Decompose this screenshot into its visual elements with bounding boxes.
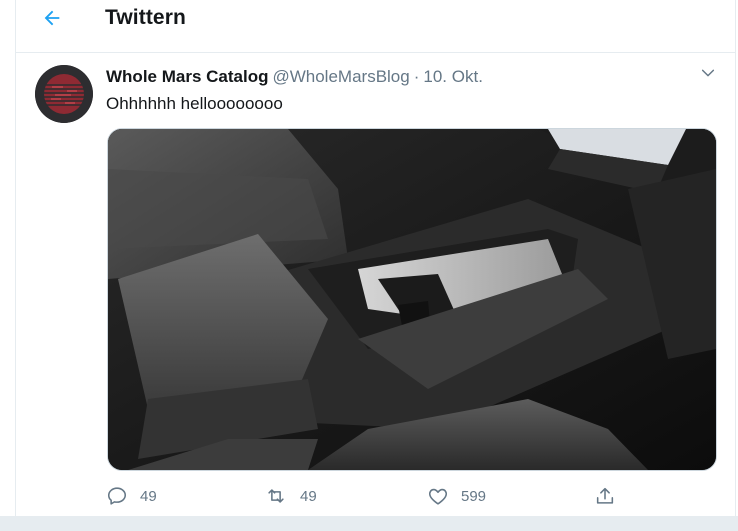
avatar[interactable] <box>35 65 93 123</box>
reply-button[interactable]: 49 <box>106 483 157 509</box>
bottom-divider <box>0 516 738 531</box>
separator-dot: · <box>413 67 420 86</box>
reply-icon <box>106 485 128 507</box>
tweet-actions: 49 49 599 <box>106 483 616 509</box>
arrow-left-icon <box>41 7 63 34</box>
tweet-media-photo[interactable] <box>107 128 717 471</box>
retweet-button[interactable]: 49 <box>264 483 317 509</box>
page-header: Twittern <box>16 0 735 53</box>
retweet-count: 49 <box>300 487 317 505</box>
author-handle[interactable]: @WholeMarsBlog <box>272 67 409 86</box>
tweet-text: Ohhhhhh helloooooooo <box>106 94 283 113</box>
back-button[interactable] <box>34 2 70 38</box>
like-button[interactable]: 599 <box>427 483 486 509</box>
heart-icon <box>427 485 449 507</box>
share-button[interactable] <box>594 483 616 509</box>
tweet-date[interactable]: 10. Okt. <box>423 67 483 86</box>
car-interior-photo <box>108 129 716 470</box>
reply-count: 49 <box>140 487 157 505</box>
author-display-name[interactable]: Whole Mars Catalog <box>106 67 268 86</box>
retweet-icon <box>264 485 288 507</box>
tweet[interactable]: Whole Mars Catalog @WholeMarsBlog · 10. Okt… <box>16 53 735 516</box>
page-title: Twittern <box>105 6 186 29</box>
share-icon <box>594 485 616 507</box>
tweet-menu-button[interactable] <box>698 65 718 85</box>
twitter-page: Twittern Whole Mars Catalog @WholeMarsBl… <box>0 0 738 531</box>
tweet-header: Whole Mars Catalog @WholeMarsBlog · 10. Okt… <box>106 67 483 87</box>
chevron-down-icon <box>700 65 716 86</box>
like-count: 599 <box>461 487 487 505</box>
timeline-column: Twittern Whole Mars Catalog @WholeMarsBl… <box>15 0 736 516</box>
